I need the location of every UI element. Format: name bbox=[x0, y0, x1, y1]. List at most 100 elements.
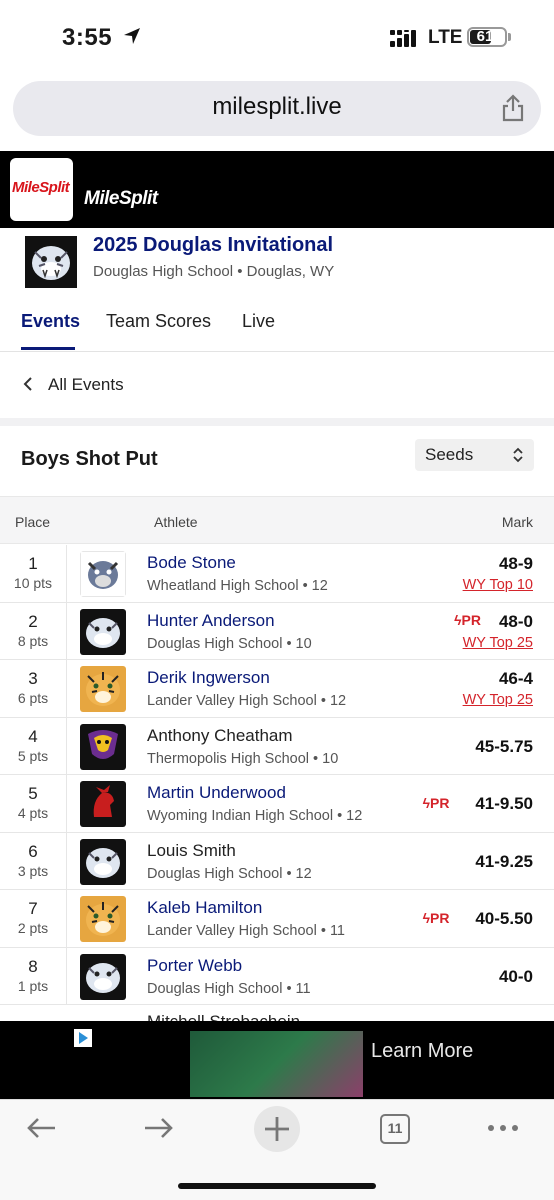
ad-banner[interactable]: Learn More bbox=[0, 1021, 554, 1099]
athlete-name: Anthony Cheatham bbox=[147, 725, 293, 745]
place-points: 8 pts bbox=[17, 632, 49, 649]
tabs-button[interactable]: 11 bbox=[380, 1114, 410, 1144]
place-number: 3 bbox=[28, 669, 38, 688]
tab-events[interactable]: Events bbox=[21, 311, 80, 332]
table-row[interactable]: 1 10 pts Bode Stone Wheatland High Schoo… bbox=[0, 545, 554, 603]
athlete-school: Wyoming Indian High School • 12 bbox=[147, 808, 363, 824]
ad-choices-icon[interactable] bbox=[74, 1029, 92, 1047]
table-row[interactable]: 3 6 pts Derik Ingwerson Lander Valley Hi… bbox=[0, 660, 554, 718]
pr-badge: ϟPR bbox=[423, 795, 450, 811]
logo-text: MileSplit bbox=[12, 179, 70, 196]
event-header: Boys Shot Put Seeds bbox=[0, 426, 554, 496]
url-text[interactable]: milesplit.live bbox=[13, 93, 541, 121]
athlete-name[interactable]: Derik Ingwerson bbox=[147, 668, 270, 688]
site-header: MileSplit MileSplit bbox=[0, 151, 554, 228]
lightning-icon: ϟ bbox=[422, 910, 431, 926]
tab-team-scores[interactable]: Team Scores bbox=[106, 311, 211, 332]
team-logo-icon bbox=[80, 666, 126, 712]
place-cell: 6 3 pts bbox=[0, 832, 67, 889]
col-place: Place bbox=[15, 514, 51, 530]
team-logo-icon bbox=[80, 953, 126, 1000]
select-arrows-icon bbox=[513, 447, 523, 463]
table-row[interactable]: 4 5 pts Anthony Cheatham Thermopolis Hig… bbox=[0, 717, 554, 775]
milesplit-logo[interactable]: MileSplit bbox=[10, 158, 73, 221]
col-mark: Mark bbox=[501, 514, 533, 530]
table-row[interactable]: 6 3 pts Louis Smith Douglas High School … bbox=[0, 832, 554, 890]
address-bar[interactable]: milesplit.live bbox=[13, 81, 541, 136]
mark-value: 45-5.75 bbox=[475, 736, 533, 756]
new-tab-button[interactable] bbox=[254, 1106, 300, 1152]
all-events-link[interactable]: All Events bbox=[0, 352, 554, 418]
place-cell: 1 10 pts bbox=[0, 545, 67, 602]
place-points: 6 pts bbox=[17, 690, 49, 706]
table-row[interactable]: 2 8 pts Hunter Anderson Douglas High Sch… bbox=[0, 602, 554, 660]
team-logo-icon bbox=[80, 551, 126, 597]
active-tab-indicator bbox=[21, 347, 75, 350]
ad-learn-more[interactable]: Learn More bbox=[371, 1040, 473, 1063]
battery-icon: 61 bbox=[467, 27, 507, 47]
ad-image[interactable] bbox=[190, 1031, 363, 1097]
athlete-name[interactable]: Kaleb Hamilton bbox=[147, 898, 262, 918]
place-cell: 7 2 pts bbox=[0, 890, 67, 947]
location-arrow-icon bbox=[124, 28, 140, 44]
back-arrow-icon[interactable] bbox=[25, 1116, 57, 1140]
place-points: 10 pts bbox=[13, 575, 53, 591]
athlete-name[interactable]: Hunter Anderson bbox=[147, 611, 275, 631]
share-icon[interactable] bbox=[501, 94, 525, 122]
event-title: Boys Shot Put bbox=[21, 448, 158, 470]
partial-row: Mitchell Strobachein bbox=[0, 1006, 554, 1021]
more-icon[interactable] bbox=[487, 1124, 519, 1132]
brand-wordmark[interactable]: MileSplit bbox=[84, 188, 158, 210]
athlete-school: Lander Valley High School • 12 bbox=[147, 693, 347, 709]
place-number: 6 bbox=[28, 841, 38, 861]
table-row[interactable]: 7 2 pts Kaleb Hamilton Lander Valley Hig… bbox=[0, 890, 554, 948]
place-cell: 3 6 pts bbox=[0, 660, 67, 717]
place-cell: 5 4 pts bbox=[0, 775, 67, 832]
mark-value: 41-9.50 bbox=[475, 794, 533, 813]
place-cell: 2 8 pts bbox=[0, 602, 67, 659]
results-table-header: Place Athlete Mark bbox=[0, 496, 554, 544]
meet-location: Douglas High School • Douglas, WY bbox=[93, 263, 335, 280]
state-rank-link[interactable]: WY Top 25 bbox=[463, 692, 533, 708]
table-row[interactable]: 5 4 pts Martin Underwood Wyoming Indian … bbox=[0, 775, 554, 833]
mark-value: 48-9 bbox=[498, 554, 533, 573]
athlete-school: Thermopolis High School • 10 bbox=[147, 750, 339, 767]
bearcat-logo-icon bbox=[25, 236, 77, 288]
place-number: 7 bbox=[28, 899, 38, 918]
athlete-school: Lander Valley High School • 11 bbox=[147, 923, 345, 939]
mark-value: 40-5.50 bbox=[475, 909, 533, 928]
lightning-icon: ϟ bbox=[422, 795, 431, 811]
view-select-value[interactable]: Seeds bbox=[425, 445, 473, 465]
status-bar: 3:55 LTE 61 bbox=[0, 0, 554, 75]
athlete-school: Wheatland High School • 12 bbox=[147, 578, 328, 594]
network-type: LTE bbox=[428, 27, 463, 48]
battery-nub bbox=[508, 33, 511, 41]
team-logo-icon bbox=[80, 838, 126, 885]
tab-live[interactable]: Live bbox=[242, 311, 275, 332]
view-select[interactable]: Seeds bbox=[415, 439, 534, 471]
lightning-icon: ϟ bbox=[454, 611, 462, 628]
team-logo-icon bbox=[80, 723, 126, 770]
athlete-school: Douglas High School • 12 bbox=[147, 865, 312, 882]
forward-arrow-icon[interactable] bbox=[143, 1116, 175, 1140]
col-athlete: Athlete bbox=[154, 514, 198, 530]
home-indicator bbox=[178, 1183, 376, 1189]
athlete-name[interactable]: Martin Underwood bbox=[147, 783, 286, 803]
place-number: 5 bbox=[28, 784, 38, 803]
pr-label: PR bbox=[430, 795, 450, 811]
state-rank-link[interactable]: WY Top 25 bbox=[463, 635, 533, 651]
all-events-label[interactable]: All Events bbox=[48, 375, 124, 395]
athlete-name[interactable]: Porter Webb bbox=[147, 956, 242, 976]
cellular-signal-icon bbox=[390, 30, 416, 47]
battery-percent: 61 bbox=[476, 28, 494, 45]
state-rank-link[interactable]: WY Top 10 bbox=[463, 577, 533, 593]
athlete-name[interactable]: Bode Stone bbox=[147, 553, 236, 573]
place-cell: 8 1 pts bbox=[0, 947, 67, 1004]
place-number: 2 bbox=[28, 611, 38, 631]
table-row[interactable]: 8 1 pts Porter Webb Douglas High School … bbox=[0, 947, 554, 1005]
mark-value: 46-4 bbox=[498, 669, 533, 688]
pr-badge: ϟPR bbox=[423, 910, 450, 926]
athlete-school: Douglas High School • 11 bbox=[147, 980, 311, 997]
place-points: 1 pts bbox=[17, 977, 49, 994]
meet-title[interactable]: 2025 Douglas Invitational bbox=[93, 234, 333, 257]
